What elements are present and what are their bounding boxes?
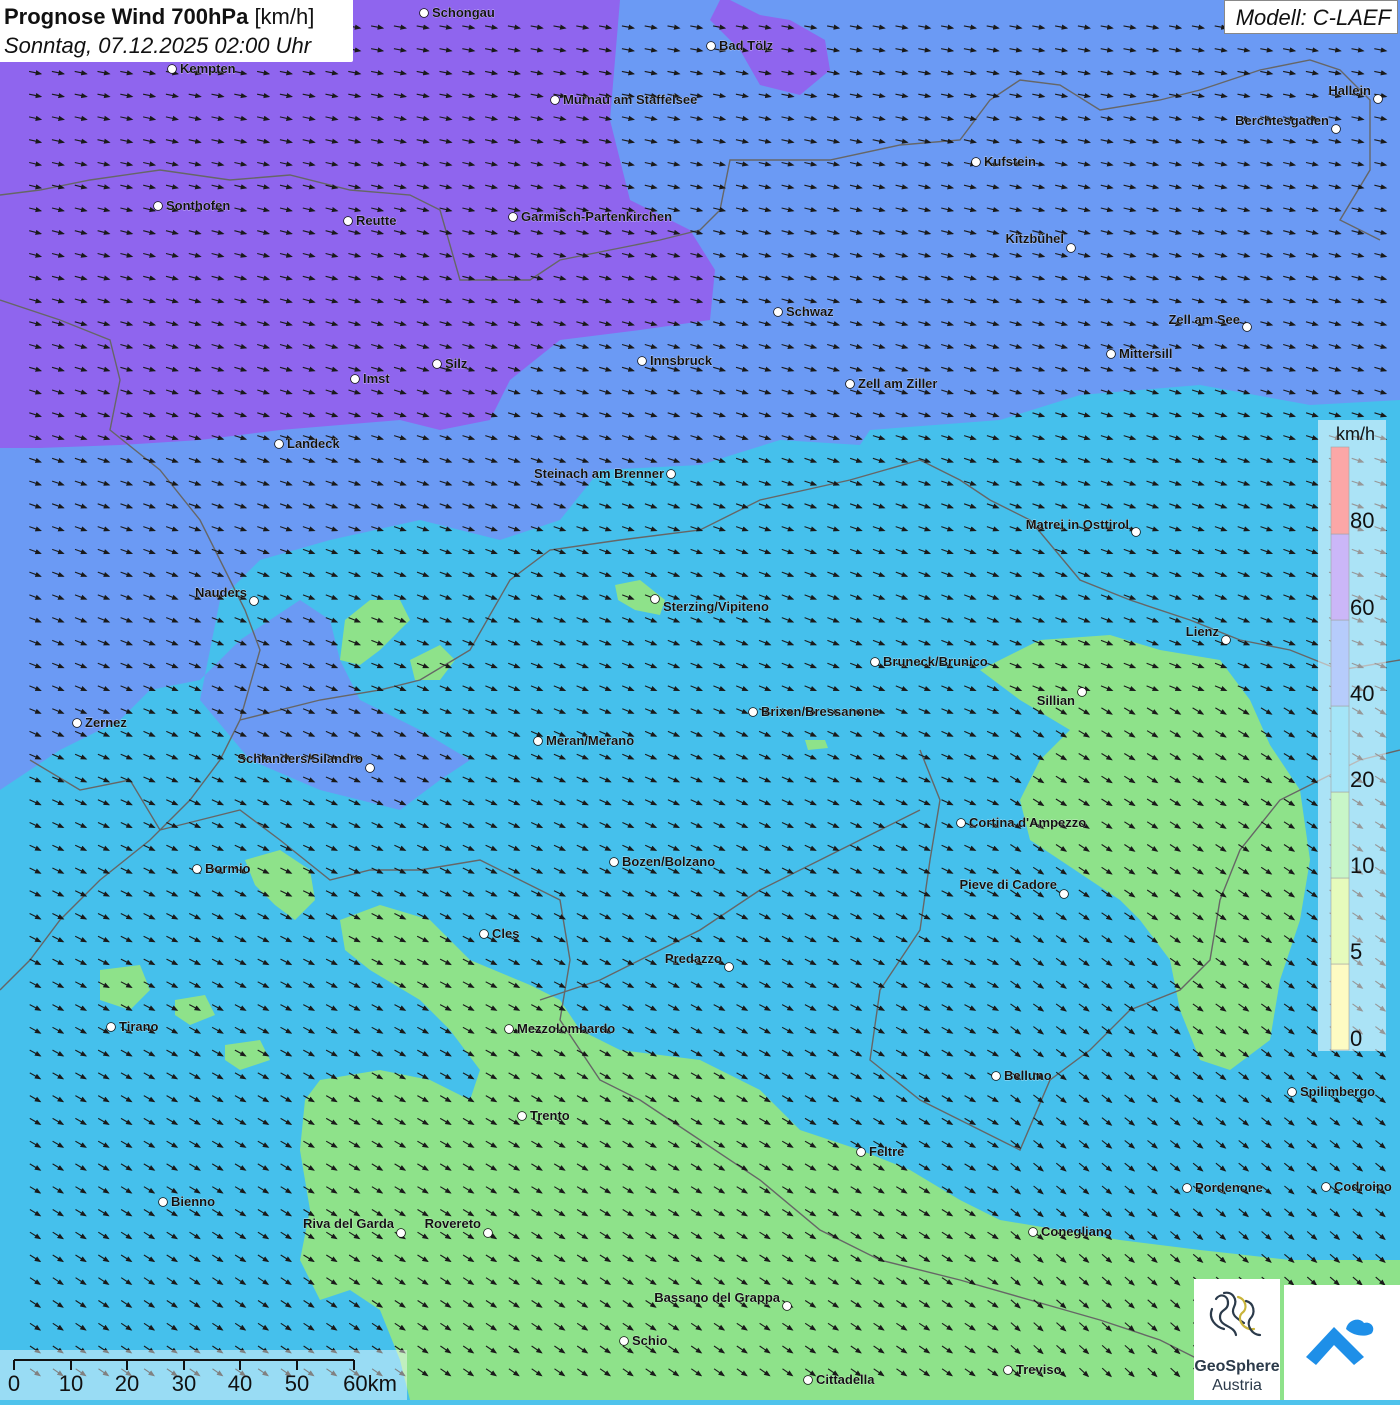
city-bruneck[interactable]: Bruneck/Brunico	[870, 654, 988, 669]
city-label: Murnau am Staffelsee	[563, 92, 697, 107]
city-label: Kufstein	[984, 154, 1036, 169]
geosphere-logo[interactable]: GeoSphere Austria	[1194, 1279, 1280, 1400]
model-label: Modell: C-LAEF	[1235, 5, 1391, 30]
geosphere-name: GeoSphere	[1194, 1358, 1280, 1375]
city-zell-am-ziller[interactable]: Zell am Ziller	[845, 376, 938, 391]
city-label: Spilimbergo	[1300, 1084, 1375, 1099]
city-label: Rovereto	[425, 1216, 481, 1231]
weather-app-logo[interactable]	[1284, 1285, 1400, 1400]
city-label: Sonthofen	[166, 198, 230, 213]
city-label: Landeck	[287, 436, 341, 451]
city-label: Bormio	[205, 861, 251, 876]
city-label: Mittersill	[1119, 346, 1172, 361]
city-label: Kempten	[180, 61, 236, 76]
legend-unit: km/h	[1336, 424, 1376, 444]
city-label: Berchtesgaden	[1235, 113, 1329, 128]
city-label: Schlanders/Silandro	[237, 751, 363, 766]
city-steinach[interactable]: Steinach am Brenner	[534, 466, 676, 481]
city-label: Pordenone	[1195, 1180, 1263, 1195]
title-box: Prognose Wind 700hPa [km/h] Sonntag, 07.…	[0, 0, 353, 62]
city-cortina[interactable]: Cortina d'Ampezzo	[956, 815, 1086, 830]
city-label: Cles	[492, 926, 519, 941]
city-sonthofen[interactable]: Sonthofen	[153, 198, 231, 213]
wind-map[interactable]: Schongau Bad Tölz Kempten Murnau am Staf…	[0, 0, 1400, 1400]
city-label: Bad Tölz	[719, 38, 774, 53]
city-label: Nauders	[195, 585, 247, 600]
city-label: Zell am Ziller	[858, 376, 937, 391]
mountain-cloud-icon	[1306, 1319, 1374, 1365]
city-label: Lienz	[1186, 624, 1220, 639]
city-garmisch[interactable]: Garmisch-Partenkirchen	[508, 209, 672, 224]
city-label: Feltre	[869, 1144, 904, 1159]
city-label: Zell am See	[1168, 312, 1240, 327]
scale-bar	[0, 1350, 407, 1400]
city-label: Predazzo	[665, 951, 722, 966]
city-label: Codroipo	[1334, 1179, 1392, 1194]
city-label: Garmisch-Partenkirchen	[521, 209, 672, 224]
city-label: Brixen/Bressanone	[761, 704, 880, 719]
city-label: Imst	[363, 371, 390, 386]
city-spilimbergo[interactable]: Spilimbergo	[1287, 1084, 1375, 1099]
city-label: Treviso	[1016, 1362, 1062, 1377]
city-label: Kitzbühel	[1006, 231, 1065, 246]
city-label: Matrei in Osttirol	[1026, 517, 1129, 532]
city-label: Trento	[530, 1108, 570, 1123]
city-label: Cortina d'Ampezzo	[969, 815, 1086, 830]
city-bozen[interactable]: Bozen/Bolzano	[609, 854, 715, 869]
city-label: Innsbruck	[650, 353, 713, 368]
map-title: Prognose Wind 700hPa [km/h]	[4, 4, 314, 30]
city-label: Bassano del Grappa	[654, 1290, 780, 1305]
forecast-datetime: Sonntag, 07.12.2025 02:00 Uhr	[4, 33, 312, 58]
city-label: Tirano	[119, 1019, 159, 1034]
city-conegliano[interactable]: Conegliano	[1028, 1224, 1112, 1239]
city-label: Schongau	[432, 5, 495, 20]
city-label: Steinach am Brenner	[534, 466, 664, 481]
geosphere-emblem-icon	[1209, 1291, 1262, 1337]
city-label: Schio	[632, 1333, 667, 1348]
city-label: Sterzing/Vipiteno	[663, 599, 769, 614]
city-label: Sillian	[1037, 693, 1075, 708]
city-schongau[interactable]: Schongau	[419, 5, 495, 20]
city-murnau[interactable]: Murnau am Staffelsee	[550, 92, 698, 107]
legend: km/h	[1318, 420, 1386, 1051]
model-box: Modell: C-LAEF	[1224, 0, 1398, 34]
city-label: Cittadella	[816, 1372, 875, 1387]
city-label: Meran/Merano	[546, 733, 634, 748]
city-label: Bienno	[171, 1194, 215, 1209]
city-label: Zernez	[85, 715, 127, 730]
city-innsbruck[interactable]: Innsbruck	[637, 353, 713, 368]
city-label: Silz	[445, 356, 468, 371]
city-label: Riva del Garda	[303, 1216, 395, 1231]
city-label: Mezzolombardo	[517, 1021, 615, 1036]
city-brixen[interactable]: Brixen/Bressanone	[748, 704, 880, 719]
city-label: Belluno	[1004, 1068, 1052, 1083]
city-meran[interactable]: Meran/Merano	[533, 733, 634, 748]
title-unit: [km/h]	[254, 4, 315, 29]
title-bold: Prognose Wind 700hPa	[4, 4, 249, 29]
city-label: Schwaz	[786, 304, 834, 319]
city-label: Bozen/Bolzano	[622, 854, 715, 869]
city-label: Bruneck/Brunico	[883, 654, 988, 669]
city-label: Pieve di Cadore	[959, 877, 1057, 892]
geosphere-country: Austria	[1212, 1377, 1262, 1394]
city-label: Conegliano	[1041, 1224, 1112, 1239]
city-label: Reutte	[356, 213, 396, 228]
city-label: Hallein	[1328, 83, 1371, 98]
city-pordenone[interactable]: Pordenone	[1182, 1180, 1263, 1195]
city-mezzolombardo[interactable]: Mezzolombardo	[504, 1021, 615, 1036]
